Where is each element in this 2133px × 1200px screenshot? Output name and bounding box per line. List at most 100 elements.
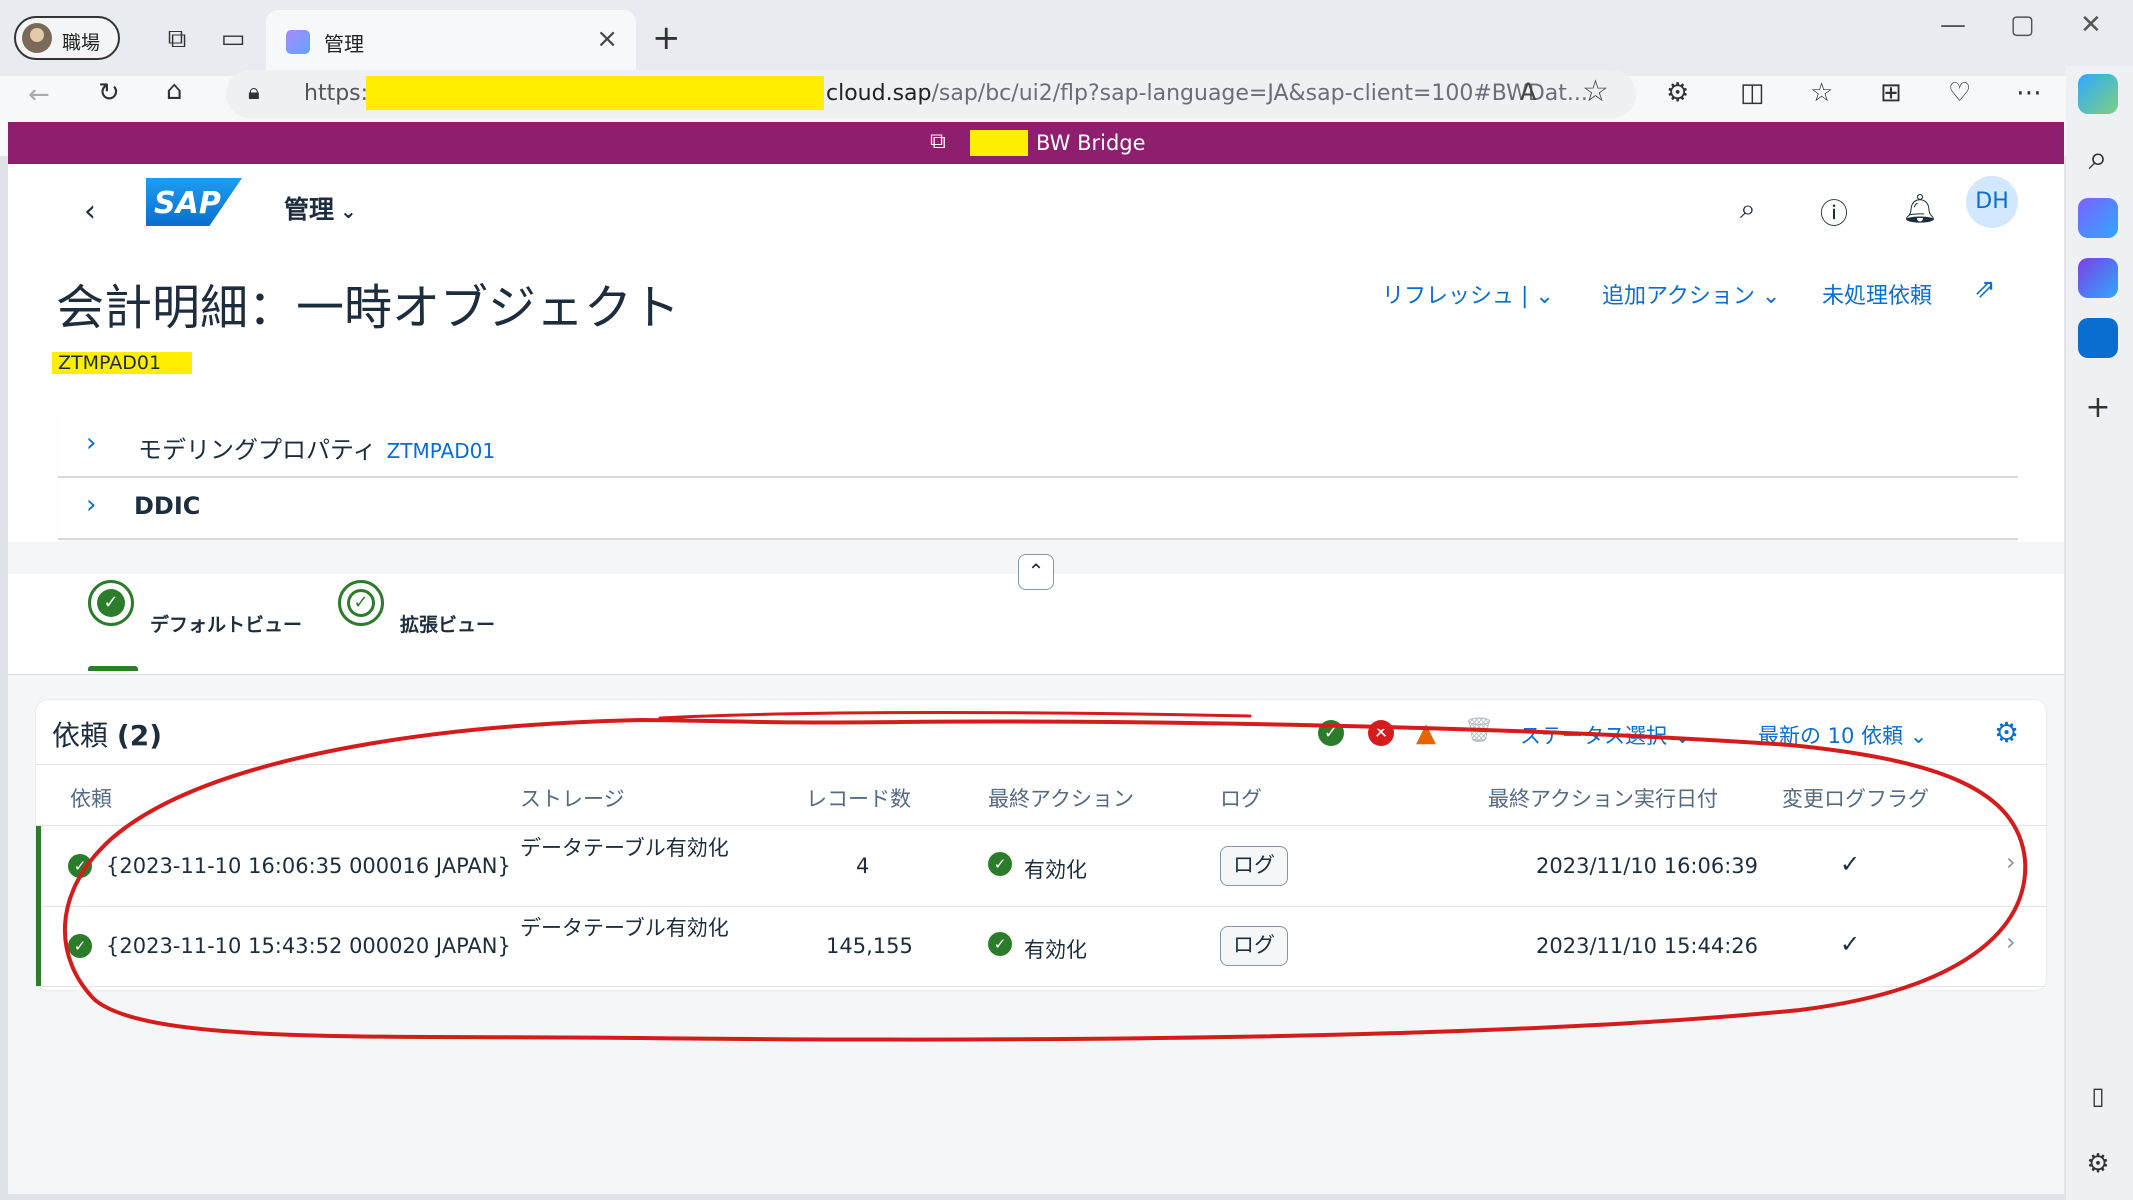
requests-table-card: 依頼 (2) ✓ ✕ ▲ 🗑︎ ステータス選択 ⌄ 最新の 10 依頼 ⌄ ⚙ … bbox=[36, 700, 2046, 990]
notifications-bell-icon[interactable]: 🔔︎ bbox=[1902, 192, 1938, 225]
sap-logo[interactable]: SAP bbox=[146, 178, 242, 226]
storage: データテーブル有効化 bbox=[520, 916, 729, 940]
window-close-icon[interactable]: ✕ bbox=[2080, 10, 2102, 40]
more-actions-label: 追加アクション bbox=[1602, 284, 1755, 309]
back-icon[interactable]: ← bbox=[28, 80, 50, 110]
chevron-down-icon: ⌄ bbox=[1673, 724, 1692, 748]
minimize-icon[interactable]: — bbox=[1940, 10, 1966, 40]
panel-title-text: モデリングプロパティ bbox=[138, 436, 377, 464]
column-header[interactable]: ログ bbox=[1220, 783, 1262, 813]
favorites-icon[interactable]: ☆ bbox=[1810, 78, 1833, 108]
pending-requests-button[interactable]: 未処理依頼 bbox=[1822, 278, 1932, 310]
refresh-button[interactable]: リフレッシュ | ⌄ bbox=[1382, 278, 1554, 310]
lock-icon[interactable]: 🔒︎ bbox=[248, 80, 260, 105]
storage: データテーブル有効化 bbox=[520, 836, 729, 860]
system-label: BW Bridge bbox=[1036, 131, 1146, 155]
latest-requests-dropdown[interactable]: 最新の 10 依頼 ⌄ bbox=[1758, 720, 1927, 750]
collapse-header-button[interactable]: ⌃ bbox=[1018, 554, 1054, 590]
sap-page: ⧉ BW Bridge ‹ SAP 管理 ⌄ ⌕ ⓘ 🔔︎ DH 会計明細：一時オ… bbox=[8, 122, 2064, 1194]
table-row[interactable]: ✓ {2023-11-10 16:06:35 000016 JAPAN} データ… bbox=[36, 826, 2046, 907]
last-action-date: 2023/11/10 16:06:39 bbox=[1536, 854, 1759, 878]
column-header[interactable]: 変更ログフラグ bbox=[1782, 783, 1929, 813]
log-button[interactable]: ログ bbox=[1220, 846, 1288, 886]
address-bar[interactable]: 🔒︎ https:// cloud.sap/sap/bc/ui2/flp?sap… bbox=[226, 70, 1636, 118]
success-icon: ✓ bbox=[988, 852, 1012, 876]
app-title-menu[interactable]: 管理 ⌄ bbox=[284, 190, 357, 226]
url-text: cloud.sap/sap/bc/ui2/flp?sap-language=JA… bbox=[826, 81, 1588, 106]
vertical-tabs-icon[interactable]: ▭ bbox=[216, 22, 250, 56]
log-button[interactable]: ログ bbox=[1220, 926, 1288, 966]
avatar-icon bbox=[22, 23, 52, 53]
tab-favicon-icon bbox=[286, 30, 310, 54]
table-title-label: 依頼 bbox=[52, 719, 109, 752]
more-actions-button[interactable]: 追加アクション ⌄ bbox=[1602, 278, 1780, 310]
row-status-bar bbox=[36, 906, 41, 986]
read-aloud-icon[interactable]: A bbox=[1520, 78, 1536, 106]
record-count: 145,155 bbox=[826, 934, 913, 958]
search-icon[interactable]: ⌕ bbox=[1740, 192, 1756, 226]
profile-button[interactable]: 職場 bbox=[14, 16, 120, 60]
panel-modeling-properties[interactable]: › モデリングプロパティ ZTMPAD01 bbox=[58, 416, 2018, 478]
split-screen-icon[interactable]: ◫ bbox=[1740, 78, 1765, 108]
workspaces-icon[interactable]: ⧉ bbox=[160, 22, 194, 56]
shopping-icon[interactable] bbox=[2078, 198, 2118, 238]
maximize-icon[interactable]: ▢ bbox=[2010, 10, 2035, 40]
chevron-down-icon: ⌄ bbox=[1909, 724, 1928, 748]
last-action: 有効化 bbox=[1024, 938, 1087, 962]
extensions-icon[interactable]: ⚙ bbox=[1666, 78, 1689, 108]
close-tab-icon[interactable]: × bbox=[596, 24, 618, 54]
edge-sidebar: ⌕ + ▯ ⚙ bbox=[2066, 66, 2133, 1200]
collections-icon[interactable]: ⊞ bbox=[1880, 78, 1902, 108]
delete-icon[interactable]: 🗑︎ bbox=[1464, 716, 1494, 744]
change-log-flag: ✓ bbox=[1840, 850, 1861, 878]
chevron-down-icon: ⌄ bbox=[1761, 284, 1781, 309]
office-icon[interactable] bbox=[2078, 258, 2118, 298]
redaction-mark bbox=[970, 130, 1028, 156]
success-icon: ✓ bbox=[68, 934, 92, 958]
table-count: (2) bbox=[116, 719, 162, 752]
panel-title: モデリングプロパティ ZTMPAD01 bbox=[138, 430, 495, 465]
tab-title: 管理 bbox=[324, 32, 364, 56]
filter-success-icon[interactable]: ✓ bbox=[1318, 720, 1344, 746]
back-button[interactable]: ‹ bbox=[84, 194, 96, 229]
open-external-icon[interactable]: ⇗ bbox=[1974, 274, 1996, 304]
column-header[interactable]: 依頼 bbox=[70, 783, 112, 813]
search-icon[interactable]: ⌕ bbox=[2078, 138, 2118, 178]
browser-essentials-icon[interactable]: ♡ bbox=[1948, 78, 1971, 108]
check-circle-icon: ✓ bbox=[338, 580, 384, 626]
add-sidebar-app-icon[interactable]: + bbox=[2078, 388, 2118, 428]
home-icon[interactable]: ⌂ bbox=[166, 76, 183, 106]
row-navigation-icon[interactable]: › bbox=[2006, 848, 2016, 876]
column-header[interactable]: ストレージ bbox=[520, 783, 625, 813]
status-select-dropdown[interactable]: ステータス選択 ⌄ bbox=[1520, 720, 1691, 750]
row-navigation-icon[interactable]: › bbox=[2006, 928, 2016, 956]
help-icon[interactable]: ⓘ bbox=[1820, 192, 1848, 232]
table-row[interactable]: ✓ {2023-11-10 15:43:52 000020 JAPAN} データ… bbox=[36, 906, 2046, 987]
reload-icon[interactable]: ↻ bbox=[98, 78, 120, 108]
outlook-icon[interactable] bbox=[2078, 318, 2118, 358]
column-header[interactable]: レコード数 bbox=[806, 783, 911, 813]
table-settings-icon[interactable]: ⚙ bbox=[1994, 716, 2019, 749]
filter-warning-icon[interactable]: ▲ bbox=[1416, 718, 1436, 748]
redaction-mark bbox=[366, 76, 824, 110]
panel-value[interactable]: ZTMPAD01 bbox=[387, 439, 496, 463]
hide-sidebar-icon[interactable]: ▯ bbox=[2078, 1076, 2118, 1116]
success-icon: ✓ bbox=[68, 854, 92, 878]
chevron-down-icon: ⌄ bbox=[1535, 284, 1554, 309]
column-header[interactable]: 最終アクション bbox=[988, 783, 1134, 813]
favorite-star-icon[interactable]: ☆ bbox=[1582, 74, 1609, 109]
copy-icon[interactable]: ⧉ bbox=[930, 129, 946, 154]
app-title: 管理 bbox=[284, 195, 335, 224]
page-title: 会計明細：一時オブジェクト bbox=[56, 280, 681, 336]
more-menu-icon[interactable]: ⋯ bbox=[2016, 78, 2042, 108]
browser-tab[interactable]: 管理 × bbox=[266, 10, 636, 76]
new-tab-icon[interactable]: + bbox=[652, 18, 681, 58]
filter-error-icon[interactable]: ✕ bbox=[1368, 720, 1394, 746]
panel-ddic[interactable]: › DDIC bbox=[58, 478, 2018, 540]
check-circle-icon: ✓ bbox=[88, 580, 134, 626]
table-title: 依頼 (2) bbox=[52, 714, 162, 754]
user-avatar[interactable]: DH bbox=[1966, 176, 2018, 228]
copilot-icon[interactable] bbox=[2078, 74, 2118, 114]
sidebar-settings-icon[interactable]: ⚙ bbox=[2078, 1144, 2118, 1184]
column-header[interactable]: 最終アクション実行日付 bbox=[1488, 783, 1718, 813]
